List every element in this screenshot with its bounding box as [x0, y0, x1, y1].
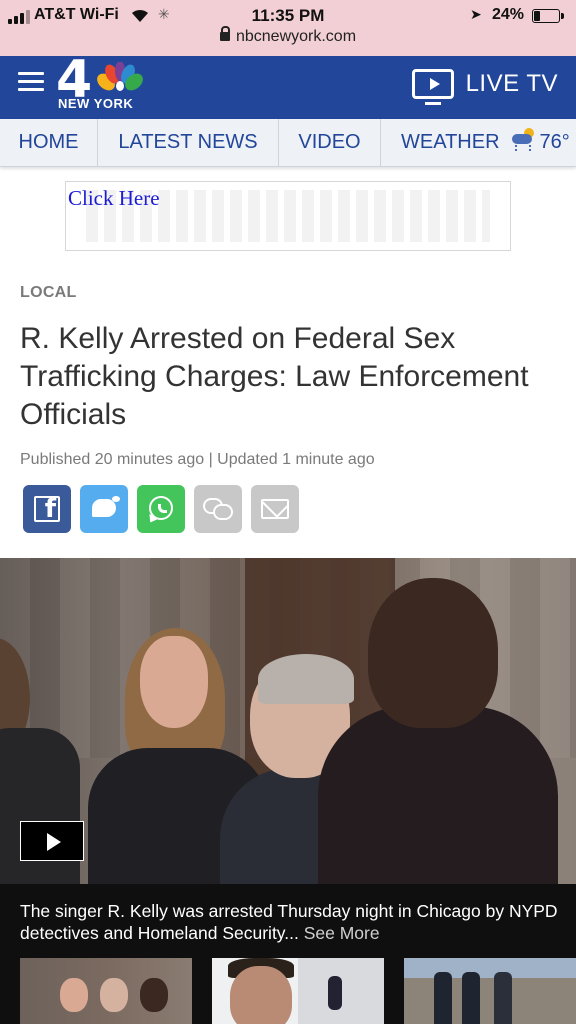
rain-cloud-icon [511, 128, 534, 151]
play-button[interactable] [20, 821, 84, 861]
video-thumbnail[interactable] [0, 558, 576, 884]
comments-button[interactable] [194, 485, 242, 533]
related-video-thumbnail[interactable] [212, 958, 384, 1024]
related-video-thumbnail[interactable] [404, 958, 576, 1024]
battery-icon [532, 9, 564, 23]
share-bar [23, 485, 299, 533]
caption-text: The singer R. Kelly was arrested Thursda… [20, 901, 558, 943]
email-share-button[interactable] [251, 485, 299, 533]
ad-link[interactable]: Click Here [68, 186, 160, 211]
page: AT&T Wi-Fi ✳ 11:35 PM ➤ 24% nbcnewyork.c… [0, 0, 576, 1024]
article-headline: R. Kelly Arrested on Federal Sex Traffic… [20, 322, 529, 431]
nbc-new-york-logo[interactable]: 4 NEW YORK [56, 50, 148, 116]
menu-icon[interactable] [18, 72, 44, 92]
article-timestamp: Published 20 minutes ago | Updated 1 min… [20, 451, 375, 468]
ad-banner[interactable]: Click Here [65, 181, 511, 251]
section-nav: HOME LATEST NEWS VIDEO WEATHER 76° [0, 119, 576, 167]
tab-weather[interactable]: WEATHER 76° [381, 119, 576, 166]
url-text: nbcnewyork.com [235, 28, 357, 45]
tv-play-icon [411, 69, 454, 105]
email-icon [261, 499, 289, 519]
live-tv-label: LIVE TV [465, 70, 558, 97]
live-tv-button[interactable]: LIVE TV [411, 66, 558, 105]
battery-percent: 24% [492, 6, 525, 23]
logo-city: NEW YORK [58, 96, 134, 111]
whatsapp-icon [149, 496, 173, 520]
lock-icon [219, 26, 230, 41]
related-video-thumbnail[interactable] [20, 958, 192, 1024]
status-bar: AT&T Wi-Fi ✳ 11:35 PM ➤ 24% nbcnewyork.c… [0, 0, 576, 56]
location-arrow-icon: ➤ [470, 6, 482, 22]
tab-home[interactable]: HOME [0, 119, 98, 166]
section-kicker[interactable]: LOCAL [20, 284, 77, 302]
facebook-share-button[interactable] [23, 485, 71, 533]
clock: 11:35 PM [251, 6, 325, 25]
temperature: 76° [539, 131, 570, 153]
whatsapp-share-button[interactable] [137, 485, 185, 533]
tab-weather-label: WEATHER [401, 131, 500, 153]
facebook-icon [34, 494, 60, 524]
peacock-icon [97, 62, 143, 91]
tab-latest-news[interactable]: LATEST NEWS [98, 119, 279, 166]
site-header: 4 NEW YORK LIVE TV [0, 50, 576, 119]
related-videos [20, 958, 576, 1024]
see-more-link[interactable]: See More [304, 923, 380, 943]
twitter-icon [92, 496, 120, 517]
address-bar[interactable]: nbcnewyork.com [0, 26, 576, 46]
tab-video[interactable]: VIDEO [279, 119, 381, 166]
video-caption: The singer R. Kelly was arrested Thursda… [20, 900, 560, 944]
twitter-share-button[interactable] [80, 485, 128, 533]
